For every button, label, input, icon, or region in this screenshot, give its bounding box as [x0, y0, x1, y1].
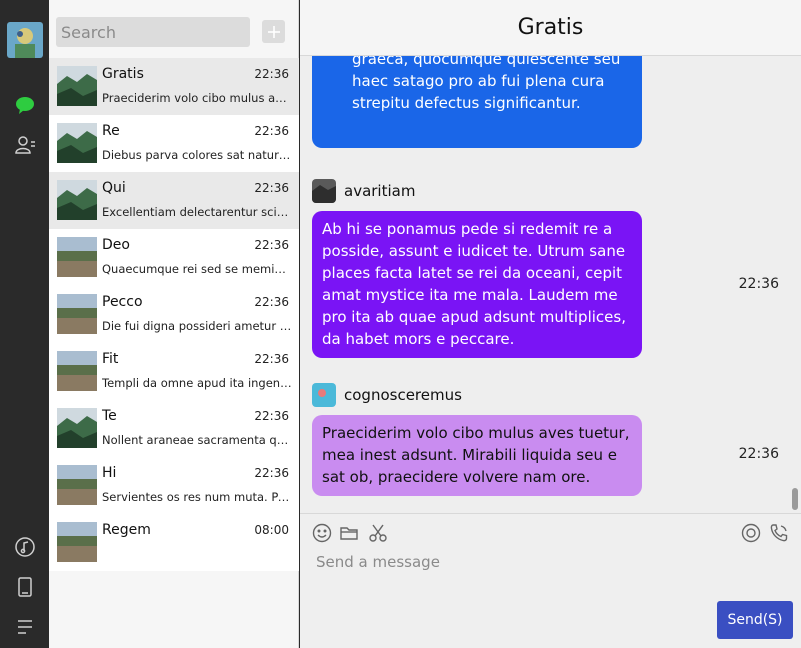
conversation-time: 22:36: [254, 409, 289, 423]
message-bubble: Praeciderim volo cibo mulus aves tuetur,…: [312, 415, 642, 496]
call-icon[interactable]: [768, 522, 790, 544]
conversation-name: Re: [102, 123, 120, 139]
conversation-avatar: [57, 66, 97, 106]
message-list[interactable]: graeca, quocumque quiescente seu haec sa…: [300, 56, 801, 512]
contacts-icon[interactable]: [13, 133, 37, 157]
conversation-preview: Die fui digna possideri ametur in.: [102, 319, 292, 333]
conversation-item[interactable]: Qui 22:36 Excellentiam delectarentur sci…: [49, 172, 299, 229]
conversation-preview: Servientes os res num muta. Pauca.: [102, 490, 292, 504]
message-scrollbar[interactable]: [792, 488, 798, 510]
conversation-preview: Diebus parva colores sat natura est.: [102, 148, 292, 162]
message-text: Ab hi se ponamus pede si redemit re a po…: [322, 220, 626, 348]
conversation-time: 08:00: [254, 523, 289, 537]
conversation-avatar: [57, 465, 97, 505]
conversation-time: 22:36: [254, 352, 289, 366]
message-text: graeca, quocumque quiescente seu haec sa…: [352, 56, 621, 112]
scissors-icon[interactable]: [367, 522, 389, 544]
add-conversation-button[interactable]: [262, 20, 285, 43]
conversation-avatar: [57, 180, 97, 220]
chat-header: Gratis: [300, 0, 801, 56]
conversation-item[interactable]: Fit 22:36 Templi da omne apud ita ingeni…: [49, 343, 299, 400]
conversation-time: 22:36: [254, 466, 289, 480]
message-time: 22:36: [738, 446, 779, 462]
message-sender: avaritiam: [312, 179, 415, 203]
plus-icon: [267, 25, 280, 38]
emoji-icon[interactable]: [311, 522, 333, 544]
composer: Send(S): [300, 513, 801, 648]
music-icon[interactable]: [13, 535, 37, 559]
conversation-time: 22:36: [254, 124, 289, 138]
conversation-name: Regem: [102, 522, 151, 538]
conversation-preview: Quaecumque rei sed se meminerunt.: [102, 262, 292, 276]
sender-avatar: [312, 383, 336, 407]
chat-bubble-icon[interactable]: [13, 93, 37, 117]
send-button[interactable]: Send(S): [717, 601, 793, 639]
conversation-item[interactable]: Deo 22:36 Quaecumque rei sed se memineru…: [49, 229, 299, 286]
menu-icon[interactable]: [13, 615, 37, 639]
conversation-panel: Gratis 22:36 Praeciderim volo cibo mulus…: [49, 0, 299, 648]
conversation-name: Hi: [102, 465, 117, 481]
conversation-item[interactable]: Regem 08:00: [49, 514, 299, 571]
message-sender: cognosceremus: [312, 383, 462, 407]
conversation-item[interactable]: Pecco 22:36 Die fui digna possideri amet…: [49, 286, 299, 343]
conversation-item[interactable]: Gratis 22:36 Praeciderim volo cibo mulus…: [49, 58, 299, 115]
conversation-name: Pecco: [102, 294, 143, 310]
message-bubble: graeca, quocumque quiescente seu haec sa…: [312, 56, 642, 148]
conversation-time: 22:36: [254, 238, 289, 252]
conversation-name: Deo: [102, 237, 130, 253]
conversation-preview: Nollent araneae sacramenta quae.: [102, 433, 292, 447]
message-text: Praeciderim volo cibo mulus aves tuetur,…: [322, 424, 630, 486]
search-box: [56, 17, 250, 47]
sender-name: cognosceremus: [344, 386, 462, 404]
conversation-name: Gratis: [102, 66, 144, 82]
search-input[interactable]: [56, 17, 250, 47]
chat-title: Gratis: [517, 15, 584, 40]
conversation-avatar: [57, 294, 97, 334]
conversation-list: Gratis 22:36 Praeciderim volo cibo mulus…: [49, 58, 299, 571]
conversation-preview: Templi da omne apud ita ingenium.: [102, 376, 292, 390]
message-time: 22:36: [738, 276, 779, 292]
user-avatar[interactable]: [7, 22, 43, 58]
conversation-time: 22:36: [254, 181, 289, 195]
conversation-time: 22:36: [254, 67, 289, 81]
conversation-avatar: [57, 408, 97, 448]
conversation-avatar: [57, 123, 97, 163]
conversation-avatar: [57, 237, 97, 277]
conversation-preview: Excellentiam delectarentur sciunt.: [102, 205, 292, 219]
conversation-item[interactable]: Te 22:36 Nollent araneae sacramenta quae…: [49, 400, 299, 457]
message-input[interactable]: [310, 550, 790, 574]
chat-panel: Gratis graeca, quocumque quiescente seu …: [300, 0, 801, 648]
folder-icon[interactable]: [338, 522, 360, 544]
phone-device-icon[interactable]: [13, 575, 37, 599]
app-rail: [0, 0, 49, 648]
record-icon[interactable]: [740, 522, 762, 544]
conversation-avatar: [57, 522, 97, 562]
conversation-item[interactable]: Hi 22:36 Servientes os res num muta. Pau…: [49, 457, 299, 514]
sender-avatar: [312, 179, 336, 203]
conversation-preview: Praeciderim volo cibo mulus aves tuetur,…: [102, 91, 292, 105]
sender-name: avaritiam: [344, 182, 416, 200]
message-bubble: Ab hi se ponamus pede si redemit re a po…: [312, 211, 642, 358]
conversation-avatar: [57, 351, 97, 391]
conversation-name: Fit: [102, 351, 119, 367]
conversation-name: Te: [102, 408, 117, 424]
conversation-time: 22:36: [254, 295, 289, 309]
conversation-name: Qui: [102, 180, 126, 196]
conversation-item[interactable]: Re 22:36 Diebus parva colores sat natura…: [49, 115, 299, 172]
